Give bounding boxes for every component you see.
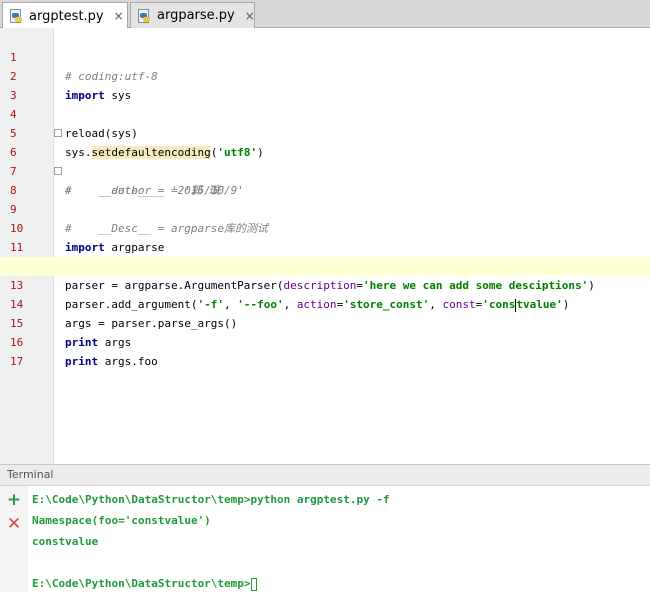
code-line-15[interactable]: 15 print args	[0, 295, 650, 349]
tab-label: argptest.py	[29, 8, 104, 24]
terminal-prompt-line[interactable]: E:\Code\Python\DataStructor\temp>	[32, 576, 257, 592]
code-area[interactable]: 1 # coding:utf-8 2 import sys 3 4 reload…	[0, 28, 650, 464]
code-line-8[interactable]: 8 # __Desc__ = argparse库的测试	[0, 162, 650, 235]
terminal-toolbar: + ✕	[0, 486, 28, 592]
code-line-9[interactable]: 9	[0, 181, 650, 216]
tab-argparse[interactable]: argparse.py ×	[130, 2, 255, 28]
tab-argptest[interactable]: argptest.py ×	[2, 2, 128, 29]
code-editor[interactable]: 1 # coding:utf-8 2 import sys 3 4 reload…	[0, 28, 650, 464]
terminal-cursor	[250, 577, 257, 591]
code-line-16[interactable]: 16 print args.foo	[0, 314, 650, 368]
python-file-icon	[9, 9, 23, 23]
terminal-panel[interactable]: + ✕ E:\Code\Python\DataStructor\temp>pyt…	[0, 486, 650, 592]
tab-label: argparse.py	[157, 8, 235, 23]
code-line-13-current[interactable]: 13 parser.add_argument('-f', '--foo', ac…	[0, 257, 650, 312]
editor-tab-bar: argptest.py × argparse.py ×	[0, 0, 650, 29]
fold-marker-icon[interactable]	[54, 129, 62, 137]
code-line-5[interactable]: 5 sys.setdefaultencoding('utf8')	[0, 105, 650, 159]
code-line-6[interactable]: 6 # __author__ = '郭 璞'	[0, 124, 650, 197]
code-line-1[interactable]: 1 # coding:utf-8	[0, 29, 650, 83]
terminal-output-line: constvalue	[32, 535, 99, 548]
code-line-7[interactable]: 7 # __date__ = '2016/10/9'	[0, 143, 650, 197]
code-line-12[interactable]: 12 parser = argparse.ArgumentParser(desc…	[0, 238, 650, 292]
python-file-icon	[137, 8, 151, 23]
terminal-output-line: Namespace(foo='constvalue')	[32, 514, 211, 527]
terminal-title: Terminal	[7, 468, 54, 481]
code-line-17[interactable]: 17	[0, 333, 650, 368]
line-number: 17	[10, 355, 24, 368]
close-icon[interactable]: ✕	[6, 516, 22, 533]
code-line-11[interactable]: 11	[0, 219, 650, 254]
code-line-4[interactable]: 4 reload(sys)	[0, 86, 650, 140]
code-line-14[interactable]: 14 args = parser.parse_args()	[0, 276, 650, 330]
code-line-3[interactable]: 3	[0, 67, 650, 102]
close-icon[interactable]: ×	[114, 9, 124, 23]
fold-marker-icon[interactable]	[54, 167, 62, 175]
terminal-header: Terminal	[0, 464, 650, 486]
terminal-output-line: E:\Code\Python\DataStructor\temp>python …	[32, 493, 390, 506]
close-icon[interactable]: ×	[245, 9, 255, 23]
code-line-10[interactable]: 10 import argparse	[0, 200, 650, 254]
code-text: print args.foo	[65, 355, 158, 368]
plus-icon[interactable]: +	[6, 492, 22, 509]
code-line-2[interactable]: 2 import sys	[0, 48, 650, 102]
